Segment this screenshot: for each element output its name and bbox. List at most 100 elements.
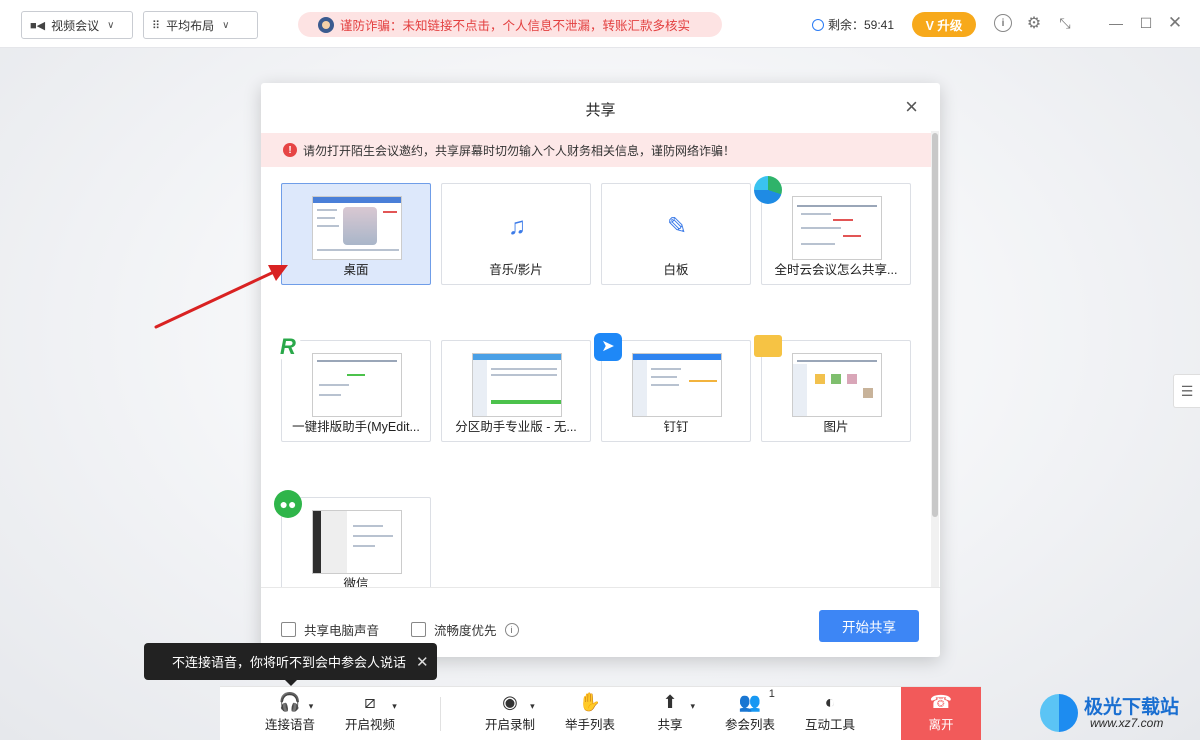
info-icon[interactable]: i: [504, 622, 519, 637]
tile-label: 分区助手专业版 - 无...: [455, 420, 577, 434]
pictures-folder-thumbnail: [792, 353, 882, 417]
headset-icon: 🎧 ▾: [279, 690, 314, 714]
video-off-icon: ⧄ ▾: [364, 690, 397, 714]
hand-icon: ✋: [578, 692, 602, 712]
chevron-down-icon: ∨: [107, 19, 115, 31]
share-button[interactable]: ⬆ ▾ 共享: [640, 687, 700, 740]
participants-label: 参会列表: [724, 718, 775, 732]
fluency-priority-label: 流畅度优先: [434, 624, 497, 638]
start-share-button[interactable]: 开始共享: [819, 610, 919, 642]
share-tile-music[interactable]: ♫ 音乐/影片: [441, 183, 591, 285]
share-tile-dingtalk-window[interactable]: ➤ 钉钉: [594, 333, 751, 442]
wechat-window-thumbnail: [312, 510, 402, 574]
tile-label: 全时云会议怎么共享...: [774, 263, 898, 277]
raise-hand-label: 举手列表: [564, 718, 615, 732]
fraud-notice-banner: 谨防诈骗：未知链接不点击，个人信息不泄漏，转账汇款多核实: [298, 12, 722, 37]
share-tile-wechat-window[interactable]: ●● 微信: [274, 490, 431, 587]
dingtalk-app-icon: ➤: [594, 333, 622, 361]
share-tile-edge-window[interactable]: 全时云会议怎么共享...: [754, 176, 911, 285]
record-icon: ◉ ▾: [502, 690, 535, 714]
desktop-thumbnail: [312, 196, 402, 260]
dialog-scrollbar[interactable]: [931, 131, 939, 587]
grid-icon: ⠿: [152, 19, 161, 32]
layout-dropdown[interactable]: ⠿ 平均布局 ∨: [143, 11, 258, 39]
site-watermark: 极光下载站 www.xz7.com: [1040, 690, 1192, 736]
wechat-app-icon: ●●: [274, 490, 302, 518]
start-record-label: 开启录制: [484, 718, 535, 732]
share-audio-checkbox[interactable]: 共享电脑声音: [281, 620, 379, 639]
raise-hand-list-button[interactable]: ✋ 举手列表: [560, 687, 620, 740]
upgrade-button[interactable]: V 升级: [912, 12, 976, 37]
dialog-title: 共享: [585, 102, 616, 119]
tile-label: 微信: [343, 577, 369, 587]
bottom-toolbar: 🎧 ▾ 连接语音 ⧄ ▾ 开启视频 ◉ ▾ 开启录制 ✋ 举手列表 ⬆ ▾ 共享 👥 1 …: [220, 686, 981, 740]
watermark-logo: [1040, 694, 1078, 732]
connect-audio-button[interactable]: 🎧 ▾ 连接语音: [260, 687, 320, 740]
start-video-label: 开启视频: [344, 718, 395, 732]
layout-label: 平均布局: [166, 18, 215, 33]
share-screen-icon: ⬆ ▾: [662, 690, 695, 714]
tile-label: 白板: [663, 263, 689, 277]
info-icon[interactable]: i: [994, 14, 1012, 32]
share-tile-desktop[interactable]: 桌面: [281, 183, 431, 285]
share-tile-pictures-folder[interactable]: 图片: [754, 335, 911, 442]
fluency-priority-checkbox[interactable]: 流畅度优先 i: [411, 620, 519, 639]
participants-icon: 👥 1: [739, 688, 775, 714]
dialog-close-icon[interactable]: ×: [905, 95, 918, 119]
participants-button[interactable]: 👥 1 参会列表: [720, 687, 780, 740]
dialog-warning: ! 请勿打开陌生会议邀约，共享屏幕时切勿输入个人财务相关信息，谨防网络诈骗！: [261, 133, 931, 167]
share-tile-myedit-window[interactable]: R 一键排版助手(MyEdit...: [274, 333, 431, 442]
pencil-icon: ✎: [666, 213, 688, 240]
chevron-down-icon: ∨: [222, 19, 230, 31]
tile-label: 音乐/影片: [489, 263, 543, 277]
start-record-button[interactable]: ◉ ▾ 开启录制: [480, 687, 540, 740]
warning-icon: !: [283, 143, 297, 157]
share-tile-partition-window[interactable]: 分区助手专业版 - 无...: [441, 340, 591, 442]
myedit-window-thumbnail: [312, 353, 402, 417]
tile-label: 图片: [823, 420, 849, 434]
maximize-icon[interactable]: ☐: [1137, 14, 1155, 32]
meeting-type-dropdown[interactable]: ■◀ 视频会议 ∨: [21, 11, 133, 39]
top-bar: ■◀ 视频会议 ∨ ⠿ 平均布局 ∨ 谨防诈骗：未知链接不点击，个人信息不泄漏，…: [0, 0, 1200, 48]
checkbox-box[interactable]: [281, 622, 296, 637]
myedit-app-icon: R: [274, 333, 302, 361]
watermark-brand: 极光下载站: [1084, 697, 1180, 718]
share-dialog: 共享 × ! 请勿打开陌生会议邀约，共享屏幕时切勿输入个人财务相关信息，谨防网络…: [261, 83, 940, 657]
fraud-notice-text: 谨防诈骗：未知链接不点击，个人信息不泄漏，转账汇款多核实: [340, 19, 691, 33]
gear-icon[interactable]: ⚙: [1025, 14, 1043, 32]
audio-tooltip: 不连接语音，你将听不到会中参会人说话 ✕: [144, 643, 437, 686]
side-list-toggle[interactable]: ☰: [1173, 374, 1200, 408]
close-window-icon[interactable]: ✕: [1166, 13, 1184, 32]
interactive-tools-label: 互动工具: [804, 718, 855, 732]
meeting-type-label: 视频会议: [51, 18, 100, 33]
leave-label: 离开: [928, 718, 954, 732]
checkbox-box[interactable]: [411, 622, 426, 637]
start-video-button[interactable]: ⧄ ▾ 开启视频: [340, 687, 400, 740]
leave-button[interactable]: ☎ 离开: [901, 687, 981, 740]
scrollbar-thumb[interactable]: [932, 133, 938, 517]
watermark-url: www.xz7.com: [1090, 716, 1164, 730]
audio-tooltip-text: 不连接语音，你将听不到会中参会人说话: [172, 655, 407, 670]
share-source-grid: 桌面 ♫ 音乐/影片 ✎ 白板 全时云会议怎么共享... R 一键排版助手(My…: [261, 167, 931, 587]
tile-label: 桌面: [343, 263, 369, 277]
caret-down-icon[interactable]: ▾: [530, 694, 535, 718]
edge-browser-icon: [754, 176, 782, 204]
interactive-tools-button[interactable]: ◐ 互动工具: [800, 687, 860, 740]
annotation-arrow: [154, 265, 288, 329]
tile-label: 钉钉: [663, 420, 689, 434]
shrink-window-icon[interactable]: ⤡: [1056, 14, 1074, 32]
toolbar-divider: [440, 697, 441, 731]
share-tile-whiteboard[interactable]: ✎ 白板: [601, 183, 751, 285]
hang-up-icon: ☎: [929, 692, 953, 712]
caret-down-icon[interactable]: ▾: [309, 694, 314, 718]
time-remaining-text: 剩余：59:41: [828, 18, 895, 32]
dingtalk-window-thumbnail: [632, 353, 722, 417]
music-note-icon: ♫: [508, 213, 526, 240]
caret-down-icon[interactable]: ▾: [690, 694, 695, 718]
minimize-icon[interactable]: —: [1107, 14, 1125, 32]
video-camera-icon: ■◀: [30, 19, 46, 32]
edge-window-thumbnail: [792, 196, 882, 260]
caret-down-icon[interactable]: ▾: [392, 694, 397, 718]
clock-icon: [812, 18, 824, 31]
tooltip-close-icon[interactable]: ✕: [416, 653, 429, 671]
